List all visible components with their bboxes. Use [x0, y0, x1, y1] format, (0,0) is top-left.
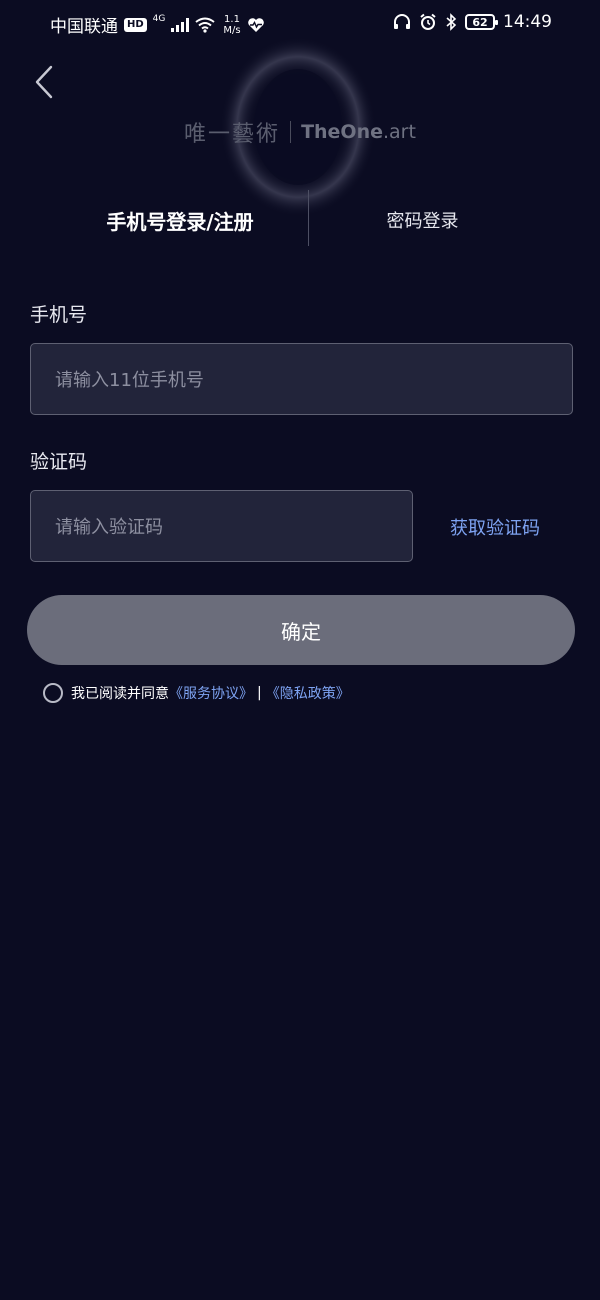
chevron-left-icon: [35, 65, 53, 99]
confirm-button[interactable]: 确定: [27, 595, 575, 665]
logo-english: TheOne.art: [301, 121, 416, 143]
logo-english-main: TheOne: [301, 121, 383, 143]
back-button[interactable]: [28, 62, 60, 102]
logo-chinese: 唯一藝術: [184, 122, 281, 147]
logo-english-suffix: .art: [383, 121, 416, 143]
get-code-button[interactable]: 获取验证码: [440, 509, 550, 545]
network-speed: 1.1 M/s: [223, 14, 240, 36]
battery-icon: 62: [465, 14, 498, 30]
hd-badge: HD: [124, 17, 147, 32]
heart-rate-icon: [247, 17, 264, 32]
verification-code-input[interactable]: 请输入验证码: [30, 490, 413, 562]
code-label: 验证码: [30, 451, 88, 473]
wifi-icon: [195, 17, 215, 33]
tab-password-login[interactable]: 密码登录: [340, 198, 505, 242]
headphones-icon: [394, 14, 410, 29]
carrier-name: 中国联通: [50, 17, 118, 37]
login-page: 中国联通 HD 4G 1.1 M/s 62 14:49 唯一藝術 TheOne.…: [0, 0, 600, 1300]
privacy-policy-link[interactable]: 《隐私政策》: [266, 683, 350, 703]
speed-unit: M/s: [223, 24, 241, 36]
battery-level: 62: [472, 15, 488, 29]
agreement-checkbox[interactable]: [43, 683, 63, 703]
tab-phone-login[interactable]: 手机号登录/注册: [80, 198, 280, 242]
agreement-text: 我已阅读并同意: [71, 686, 169, 702]
alarm-icon: [420, 13, 436, 30]
signal-icon: [171, 17, 190, 32]
brand-logo: 唯一藝術 TheOne.art: [0, 116, 600, 148]
agreement-row: 我已阅读并同意 《服务协议》 | 《隐私政策》: [43, 680, 350, 706]
network-type: 4G: [152, 13, 166, 24]
service-agreement-link[interactable]: 《服务协议》: [169, 683, 253, 703]
agreement-separator: |: [257, 685, 262, 701]
clock: 14:49: [503, 12, 552, 32]
phone-placeholder: 请输入11位手机号: [55, 370, 204, 391]
bluetooth-icon: [446, 13, 457, 31]
phone-input[interactable]: 请输入11位手机号: [30, 343, 573, 415]
code-placeholder: 请输入验证码: [55, 517, 163, 538]
phone-label: 手机号: [30, 304, 88, 326]
speed-value: 1.1: [224, 13, 240, 25]
tab-divider: [308, 190, 309, 246]
logo-divider: [290, 121, 292, 143]
